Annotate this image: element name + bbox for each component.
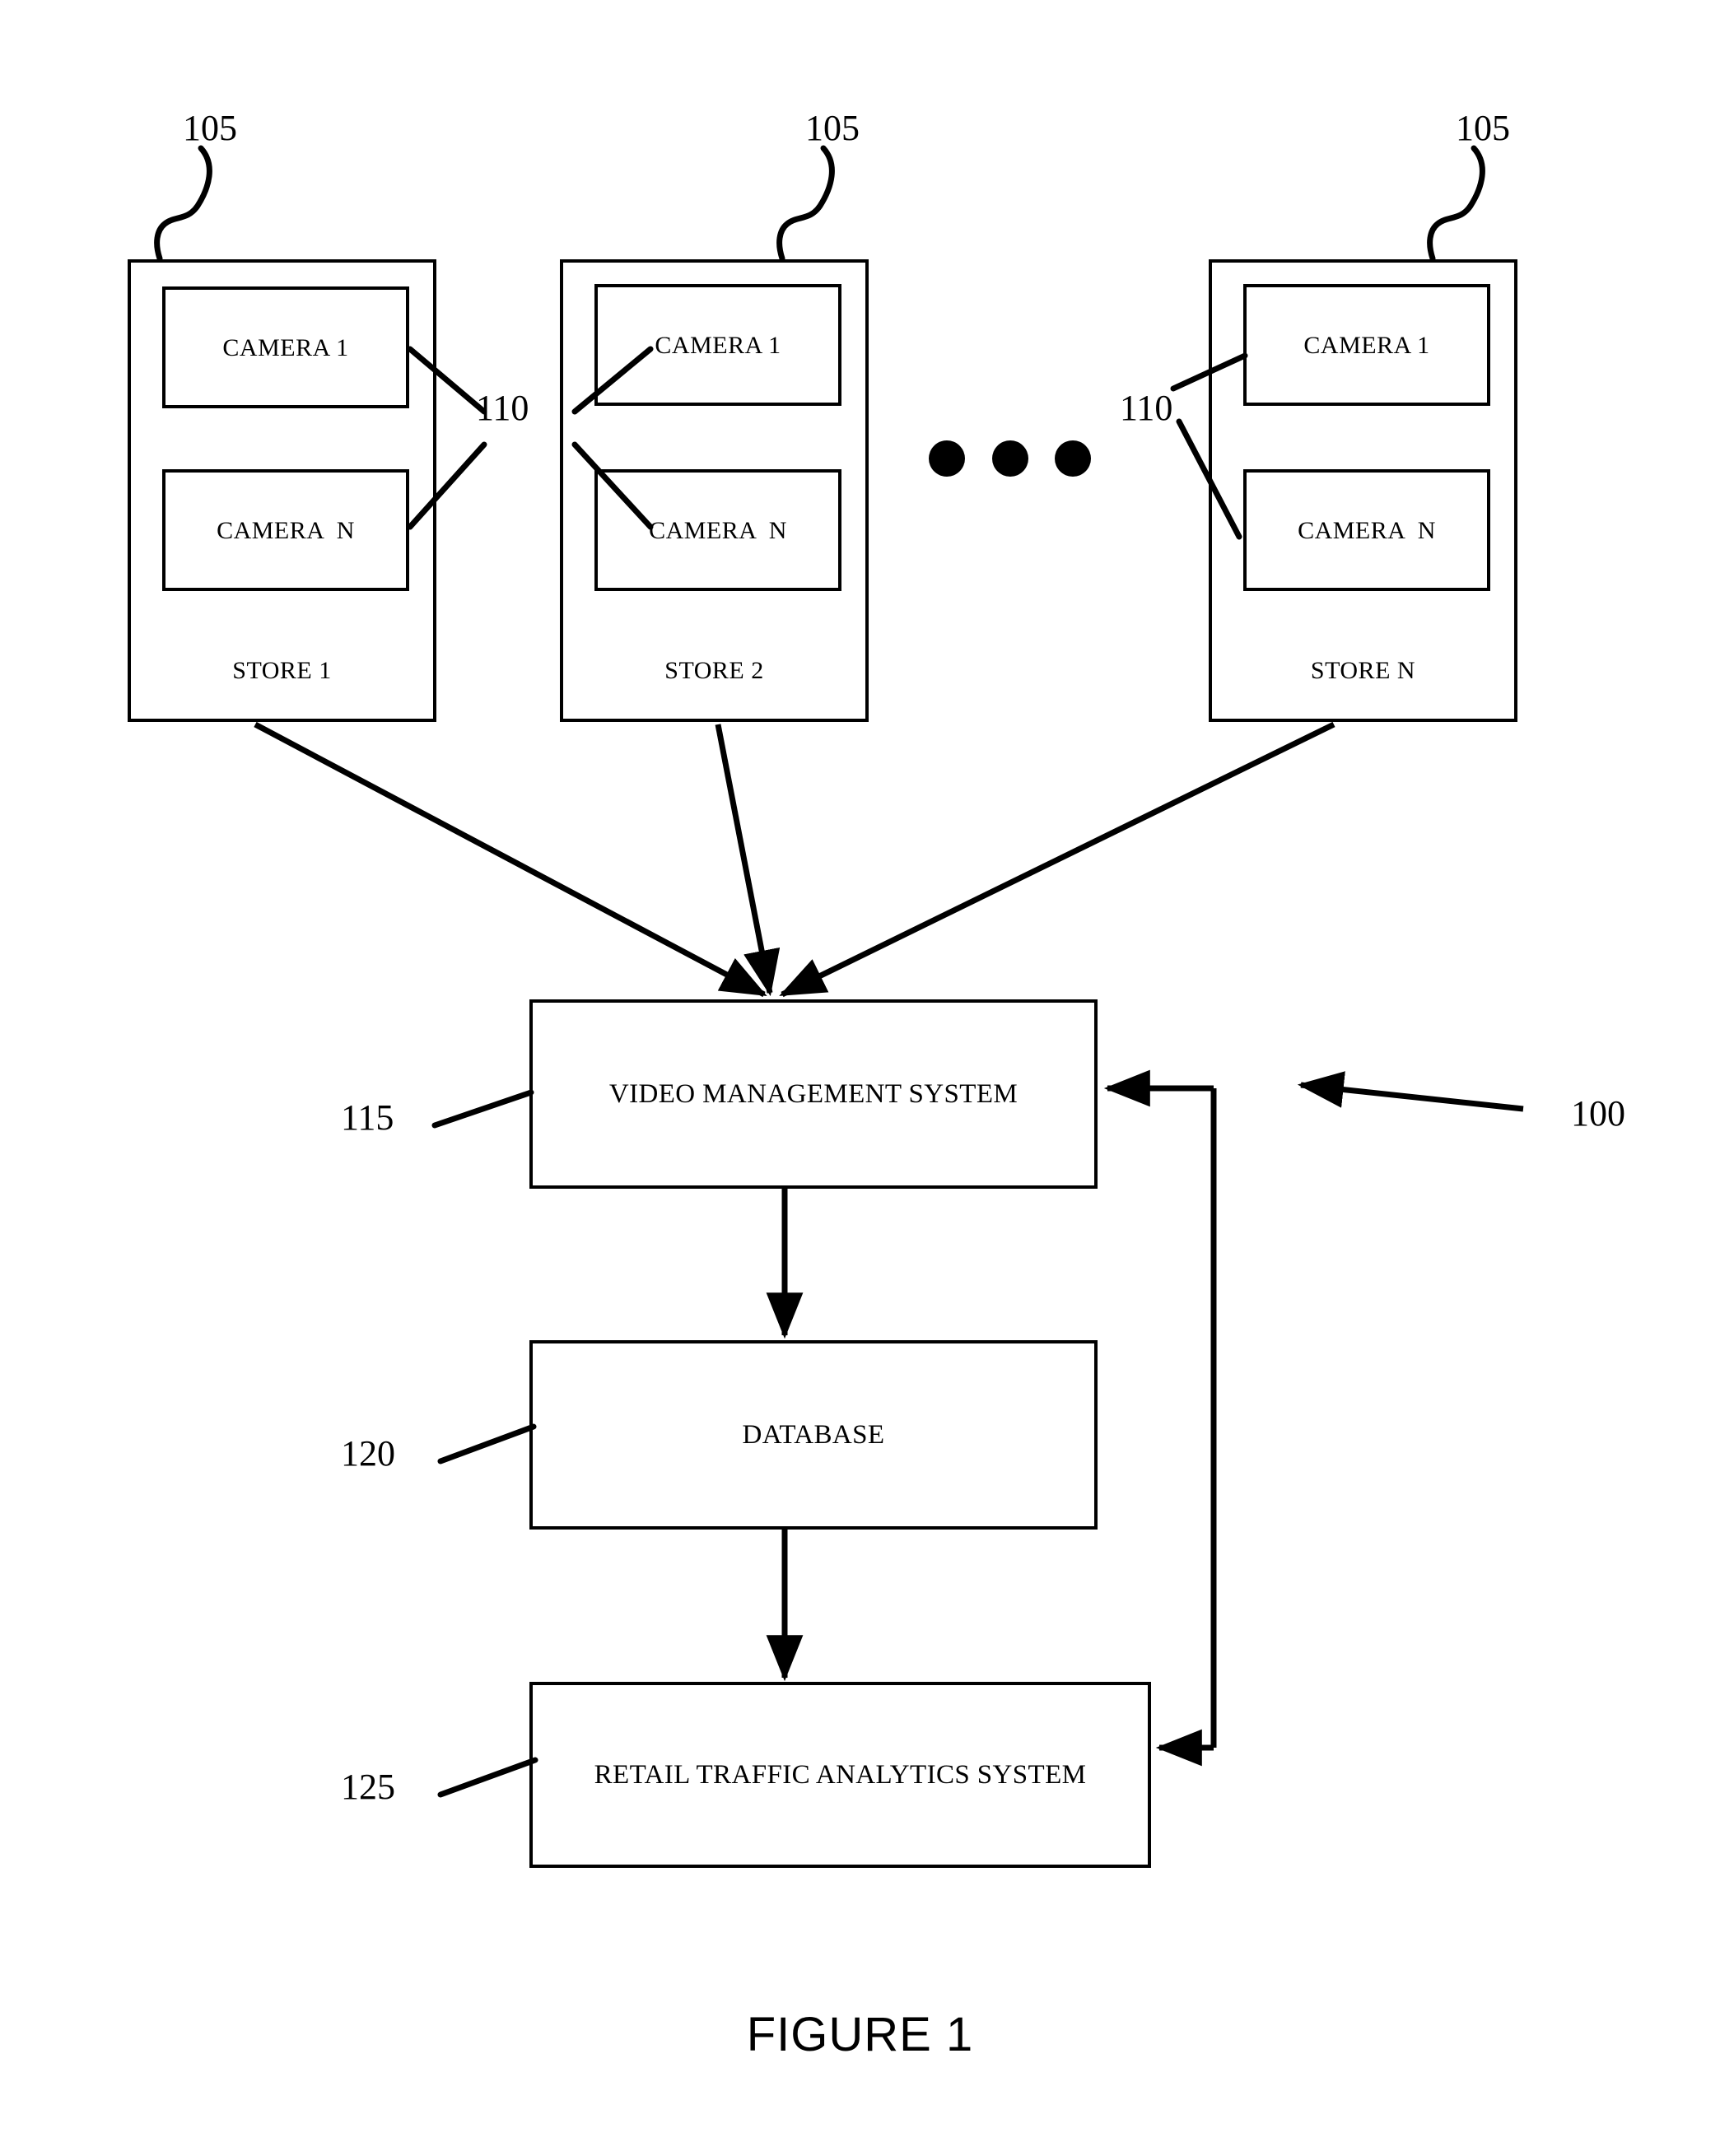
- leader-105-store2: [776, 145, 835, 262]
- camera-box-storen-cameran: CAMERA N: [1243, 469, 1490, 591]
- camera-label: CAMERA 1: [1303, 331, 1430, 359]
- camera-label: CAMERA 1: [222, 333, 349, 361]
- database-box: DATABASE: [529, 1340, 1098, 1530]
- ref-110-right: 110: [1120, 388, 1173, 428]
- ellipsis-dot-1: [929, 440, 965, 477]
- database-label: DATABASE: [742, 1419, 885, 1450]
- camera-label: CAMERA N: [1298, 516, 1436, 544]
- leader-120: [437, 1423, 537, 1464]
- ellipsis-dot-3: [1055, 440, 1091, 477]
- ref-110-left: 110: [476, 388, 529, 428]
- ref-120: 120: [341, 1433, 395, 1474]
- store-name-n: STORE N: [1310, 657, 1416, 684]
- leader-105-storen: [1427, 145, 1485, 262]
- camera-box-storen-camera1: CAMERA 1: [1243, 284, 1490, 406]
- arrow-100-overall: [1297, 1071, 1524, 1112]
- ref-105-storen: 105: [1456, 108, 1510, 148]
- ref-100-overall: 100: [1571, 1093, 1625, 1134]
- patent-figure: 105 105 105 110 110 115 120 125 100 CAME…: [0, 0, 1720, 2156]
- arrow-store2-to-vms: [715, 724, 781, 997]
- camera-box-store2-camera1: CAMERA 1: [594, 284, 841, 406]
- retail-traffic-analytics-system-label: RETAIL TRAFFIC ANALYTICS SYSTEM: [594, 1759, 1087, 1790]
- leader-115: [431, 1089, 534, 1129]
- store-name-2: STORE 2: [664, 657, 764, 684]
- store-name-1: STORE 1: [232, 657, 332, 684]
- camera-box-store1-camera1: CAMERA 1: [162, 286, 409, 408]
- camera-label: CAMERA 1: [655, 331, 781, 359]
- ref-105-store2: 105: [805, 108, 860, 148]
- camera-box-store1-cameran: CAMERA N: [162, 469, 409, 591]
- video-management-system-box: VIDEO MANAGEMENT SYSTEM: [529, 999, 1098, 1189]
- ref-105-store1: 105: [183, 108, 237, 148]
- leader-105-store1: [154, 145, 212, 262]
- camera-label: CAMERA N: [217, 516, 355, 544]
- arrow-store1-to-vms: [254, 721, 767, 998]
- video-management-system-label: VIDEO MANAGEMENT SYSTEM: [608, 1078, 1018, 1109]
- figure-caption: FIGURE 1: [746, 2008, 974, 2061]
- camera-label: CAMERA N: [649, 516, 787, 544]
- retail-traffic-analytics-system-box: RETAIL TRAFFIC ANALYTICS SYSTEM: [529, 1682, 1151, 1868]
- ellipsis-dot-2: [992, 440, 1028, 477]
- camera-box-store2-cameran: CAMERA N: [594, 469, 841, 591]
- leader-125: [437, 1757, 538, 1798]
- arrow-storen-to-vms: [779, 721, 1335, 998]
- ref-115: 115: [341, 1097, 394, 1138]
- ref-125: 125: [341, 1767, 395, 1807]
